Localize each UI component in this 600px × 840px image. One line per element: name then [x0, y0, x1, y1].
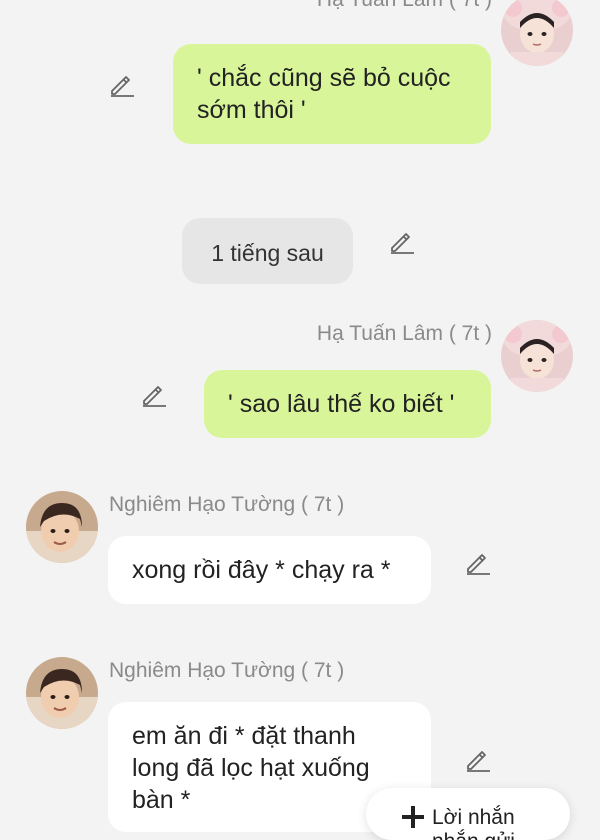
message-text: ' sao lâu thế ko biết '	[228, 390, 455, 418]
avatar[interactable]	[26, 657, 98, 729]
message-text: ' chắc cũng sẽ bỏ cuộc sớm thôi '	[197, 64, 451, 124]
message-bubble[interactable]: ' chắc cũng sẽ bỏ cuộc sớm thôi '	[173, 44, 491, 144]
edit-icon[interactable]	[388, 227, 416, 255]
avatar[interactable]	[501, 0, 573, 66]
avatar[interactable]	[501, 320, 573, 392]
plus-icon	[402, 806, 424, 828]
sender-name: Nghiêm Hạo Tường ( 7t )	[109, 659, 345, 682]
edit-icon[interactable]	[464, 548, 492, 576]
add-message-button[interactable]: Lời nhắn nhắn gửi	[366, 788, 570, 840]
time-separator: 1 tiếng sau	[182, 218, 353, 284]
add-message-label: Lời nhắn	[432, 806, 515, 829]
edit-icon[interactable]	[140, 380, 168, 408]
edit-icon[interactable]	[108, 70, 136, 98]
message-bubble[interactable]: ' sao lâu thế ko biết '	[204, 370, 491, 438]
message-text: xong rồi đây * chạy ra *	[132, 556, 391, 584]
sender-name: Hạ Tuấn Lâm ( 7t )	[317, 0, 492, 12]
edit-icon[interactable]	[464, 745, 492, 773]
add-message-sub-label: nhắn gửi	[432, 830, 515, 840]
sender-name: Nghiêm Hạo Tường ( 7t )	[109, 493, 345, 516]
time-separator-text: 1 tiếng sau	[211, 240, 324, 266]
avatar[interactable]	[26, 491, 98, 563]
message-text: em ăn đi * đặt thanh long đã lọc hạt xuố…	[132, 722, 370, 814]
sender-name: Hạ Tuấn Lâm ( 7t )	[316, 322, 492, 345]
message-bubble[interactable]: xong rồi đây * chạy ra *	[108, 536, 431, 604]
